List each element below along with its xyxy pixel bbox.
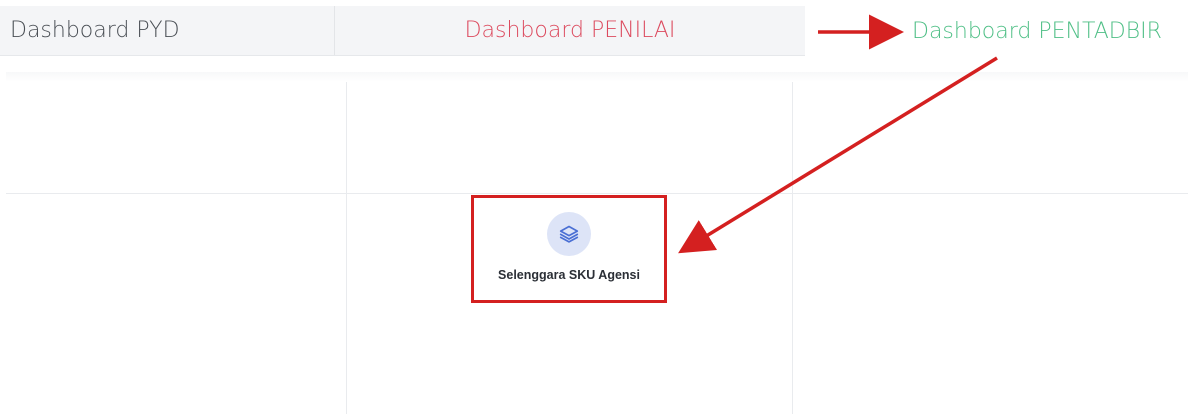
section-divider <box>6 72 1188 82</box>
tile-selenggara-sku-agensi[interactable]: Selenggara SKU Agensi <box>471 195 667 303</box>
layers-icon <box>547 212 591 256</box>
tab-dashboard-penilai[interactable]: Dashboard PENILAI <box>335 6 805 55</box>
dashboard-tabbar: Dashboard PYD Dashboard PENILAI <box>0 6 805 56</box>
grid-divider <box>346 82 347 414</box>
tab-dashboard-pentadbir[interactable]: Dashboard PENTADBIR <box>912 6 1162 56</box>
grid-divider <box>6 193 1188 194</box>
tile-label: Selenggara SKU Agensi <box>498 268 640 282</box>
tab-dashboard-pyd[interactable]: Dashboard PYD <box>0 6 335 55</box>
grid-divider <box>792 82 793 414</box>
